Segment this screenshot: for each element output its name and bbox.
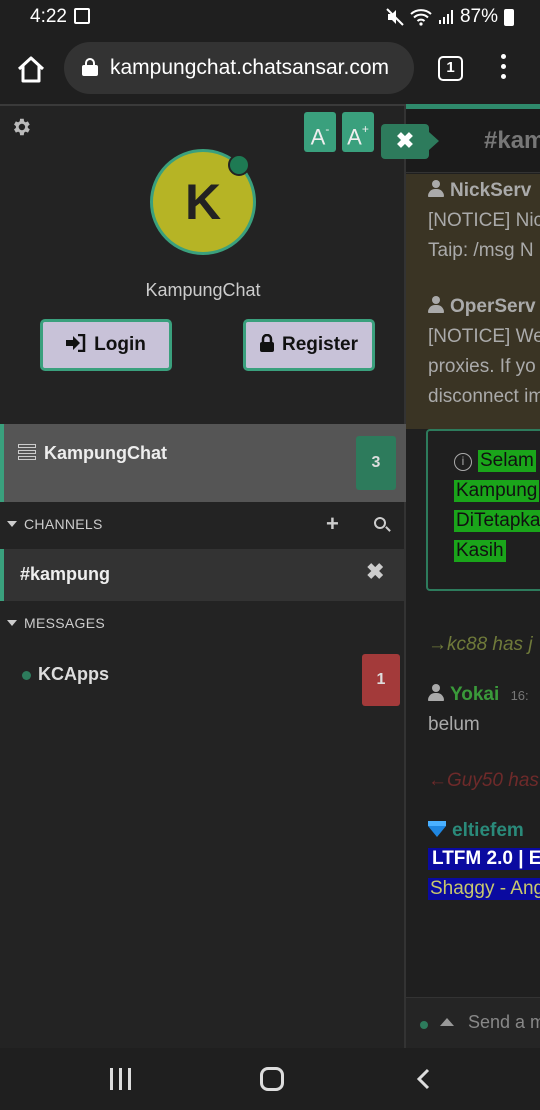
font-smaller-label: A <box>310 124 326 150</box>
diamond-icon <box>428 821 446 837</box>
network-item[interactable]: KampungChat 3 <box>0 424 406 502</box>
channels-header-label: CHANNELS <box>24 516 103 532</box>
register-label: Register <box>281 334 359 355</box>
add-channel-icon[interactable]: + <box>326 511 339 537</box>
part-event: ←Guy50 has <box>428 770 539 791</box>
login-label: Login <box>94 334 146 355</box>
battery-percent: 87% <box>459 6 498 27</box>
messages-header[interactable]: MESSAGES <box>0 602 406 646</box>
message-nickserv: NickServ <box>428 176 531 206</box>
wifi-icon <box>410 9 432 26</box>
url-text: kampungchat.chatsansar.com <box>110 56 389 79</box>
browser-toolbar: kampungchat.chatsansar.com 1 <box>0 34 540 104</box>
message-text: LTFM 2.0 | E <box>428 848 540 870</box>
message-text: Shaggy - Ang <box>428 878 540 900</box>
message-time: 16: <box>510 688 529 703</box>
message-text: [NOTICE] Nic <box>428 210 540 231</box>
chat-panel: #kampung NickServ [NOTICE] Nic Taip: /ms… <box>406 104 540 1048</box>
server-icon <box>18 444 36 460</box>
close-sidebar-button[interactable]: ✖ <box>381 124 439 159</box>
caret-up-icon[interactable] <box>440 1018 454 1026</box>
message-text: disconnect im <box>428 386 540 407</box>
welcome-box: i Selam Kampung DiTetapka Kasih <box>426 429 540 591</box>
gear-icon[interactable] <box>10 116 32 138</box>
messages-header-label: MESSAGES <box>24 615 105 631</box>
user-icon <box>428 180 444 197</box>
welcome-line: Kampung <box>454 480 540 502</box>
sign-in-icon <box>66 334 86 352</box>
battery-icon <box>504 8 514 26</box>
network-name: KampungChat <box>44 443 167 463</box>
message-nick[interactable]: eltiefem <box>452 820 524 841</box>
recents-icon[interactable] <box>110 1068 132 1090</box>
welcome-line: Kasih <box>454 540 506 562</box>
status-bar: 4:22 87% <box>0 0 540 34</box>
sidebar-top-divider <box>0 104 406 106</box>
sidebar: A- A+ K KampungChat Login Register Kampu… <box>0 104 406 1048</box>
close-channel-icon[interactable]: ✖ <box>366 559 384 585</box>
message-eltiefem: eltiefem <box>428 816 524 846</box>
status-time: 4:22 <box>30 6 67 27</box>
address-bar[interactable]: kampungchat.chatsansar.com <box>64 42 414 94</box>
message-operserv: OperServ <box>428 292 536 322</box>
welcome-line: DiTetapka <box>454 510 540 532</box>
mute-icon <box>386 8 404 26</box>
close-icon: ✖ <box>395 128 415 153</box>
tab-switcher-button[interactable]: 1 <box>438 56 463 81</box>
channel-item[interactable]: #kampung ✖ <box>0 549 406 601</box>
search-icon[interactable] <box>374 517 386 529</box>
service-messages: NickServ [NOTICE] Nic Taip: /msg N OperS… <box>406 174 540 429</box>
message-yokai: Yokai 16: <box>428 680 529 711</box>
message-text: [NOTICE] We <box>428 326 540 347</box>
font-larger-button[interactable]: A+ <box>342 112 374 152</box>
join-event: →kc88 has j <box>428 634 533 655</box>
message-input[interactable]: Send a m <box>468 1012 540 1033</box>
message-nick[interactable]: OperServ <box>450 296 536 317</box>
back-icon[interactable] <box>414 1068 434 1090</box>
user-icon <box>428 684 444 701</box>
message-item[interactable]: KCApps 1 <box>0 652 406 708</box>
signal-icon <box>438 10 453 24</box>
message-nick[interactable]: Yokai <box>450 684 499 705</box>
connection-status-icon <box>420 1021 428 1029</box>
lock-icon <box>259 334 274 352</box>
channel-name: #kampung <box>20 564 111 584</box>
info-icon: i <box>454 453 472 471</box>
message-text: proxies. If yo <box>428 356 536 377</box>
online-status-dot <box>22 671 31 680</box>
register-button[interactable]: Register <box>243 319 375 371</box>
home-icon[interactable] <box>16 54 46 84</box>
lock-icon <box>82 58 98 76</box>
username: KampungChat <box>145 280 261 300</box>
message-input-bar[interactable]: Send a m <box>406 997 540 1048</box>
caret-down-icon <box>7 521 17 527</box>
user-icon <box>428 296 444 313</box>
gallery-icon <box>74 8 90 24</box>
more-options-icon[interactable] <box>496 54 510 84</box>
message-nick[interactable]: NickServ <box>450 180 531 201</box>
channel-title: #kampung <box>484 127 540 154</box>
home-nav-icon[interactable] <box>260 1067 284 1091</box>
system-nav-bar <box>0 1048 540 1110</box>
login-button[interactable]: Login <box>40 319 172 371</box>
message-text: belum <box>428 714 480 735</box>
online-status-dot <box>228 154 250 176</box>
message-name: KCApps <box>38 664 109 684</box>
channels-header[interactable]: CHANNELS + <box>0 503 406 547</box>
welcome-line: Selam <box>478 450 536 472</box>
network-badge: 3 <box>356 436 396 490</box>
font-larger-label: A <box>347 124 362 150</box>
status-right: 87% <box>386 6 514 28</box>
caret-down-icon <box>7 620 17 626</box>
message-text: Taip: /msg N <box>428 240 534 261</box>
font-smaller-button[interactable]: A- <box>304 112 336 152</box>
message-badge: 1 <box>362 654 400 706</box>
